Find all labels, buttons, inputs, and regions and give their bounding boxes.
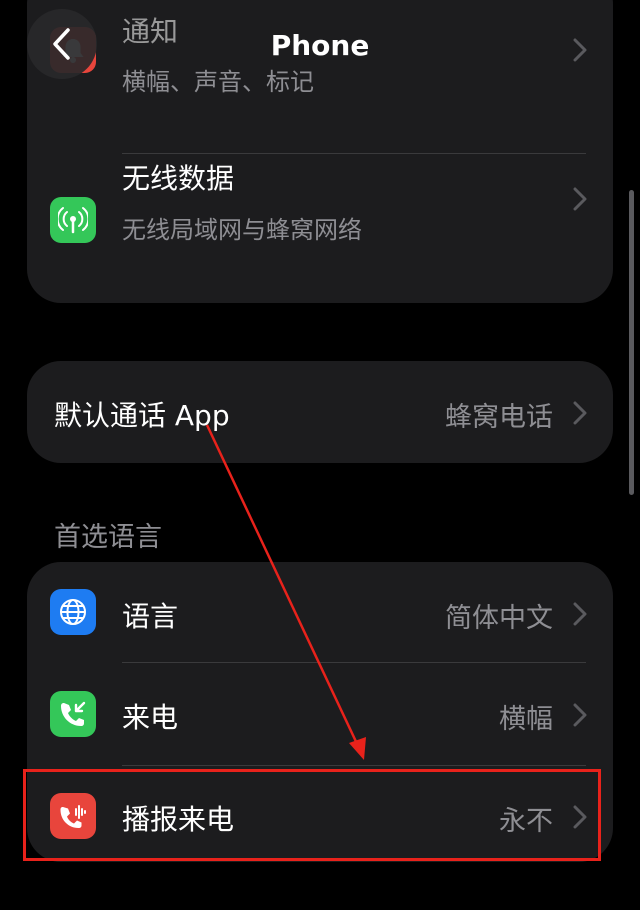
annotation-arrow	[205, 424, 366, 760]
